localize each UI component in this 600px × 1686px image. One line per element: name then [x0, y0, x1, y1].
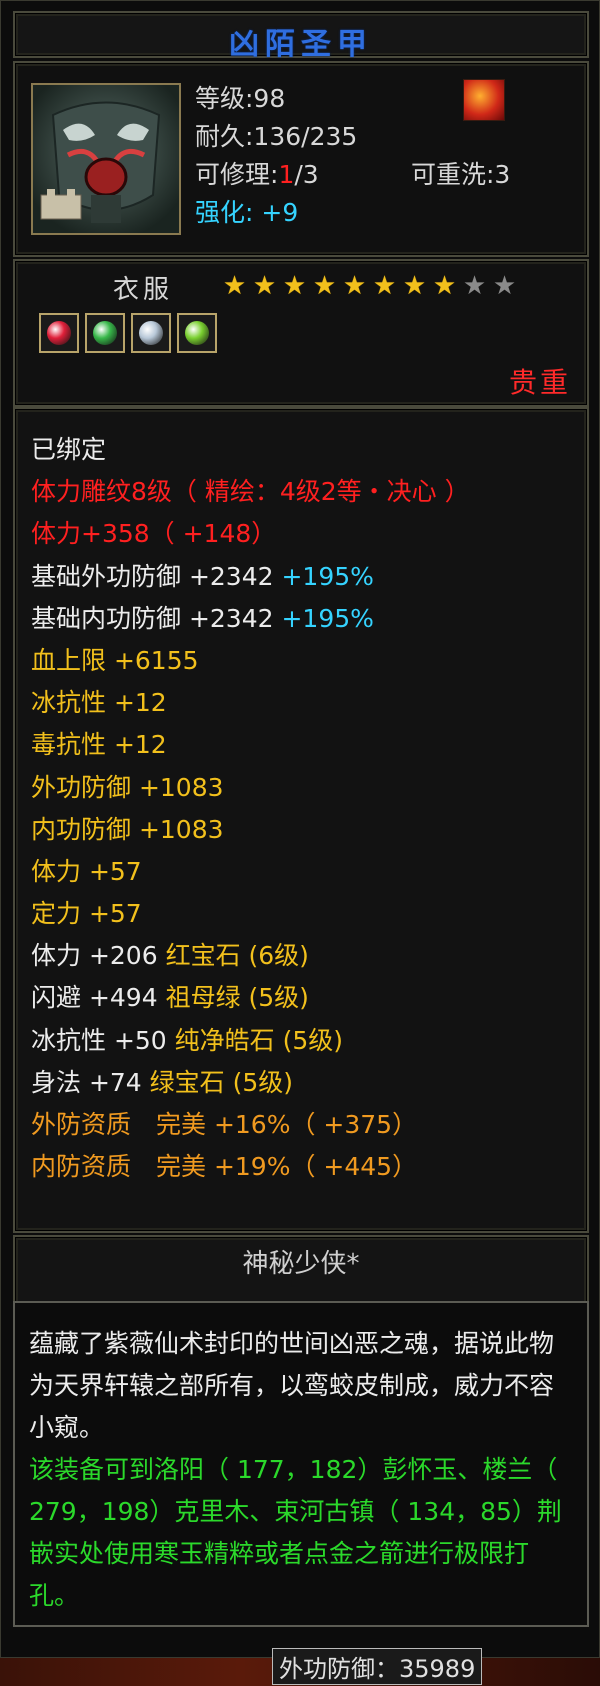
star-filled-icon: ★: [282, 271, 307, 301]
item-lore: 蕴藏了紫薇仙术封印的世间凶恶之魂，据说此物为天界轩辕之部所有，以鸾蛟皮制成，威力…: [29, 1329, 555, 1442]
attribute-line: 体力雕纹8级（ 精绘：4级2等・决心 ）: [31, 477, 470, 507]
item-repair: 可修理:1/3: [195, 160, 319, 189]
item-name: 凶陌圣甲: [229, 27, 373, 62]
phoenix-flame-icon: [463, 79, 505, 121]
attribute-line: 内功防御 +1083: [31, 814, 224, 844]
category-section: 衣服 ★ ★ ★ ★ ★ ★ ★ ★ ★ ★ 贵重: [13, 259, 589, 407]
attribute-line: 体力+358（ +148）: [31, 519, 277, 549]
star-filled-icon: ★: [252, 271, 277, 301]
item-tooltip: 凶陌圣甲 等级:98 耐久:136/235 可修理:1/3 可重洗:3 强化: …: [0, 0, 600, 1658]
star-filled-icon: ★: [342, 271, 367, 301]
item-level: 等级:98: [195, 84, 286, 113]
star-filled-icon: ★: [372, 271, 397, 301]
star-filled-icon: ★: [222, 271, 247, 301]
attribute-line: 基础外功防御 +2342 +195%: [31, 561, 374, 591]
attribute-line: 身法 +74 绿宝石 (5级): [31, 1067, 294, 1097]
attribute-line: 冰抗性 +50 纯净皓石 (5级): [31, 1025, 344, 1055]
pure-stone-gem-icon[interactable]: [131, 313, 171, 353]
star-empty-icon: ★: [462, 271, 487, 301]
attribute-line: 基础内功防御 +2342 +195%: [31, 603, 374, 633]
title-bar: 凶陌圣甲: [13, 11, 589, 62]
star-rating: ★ ★ ★ ★ ★ ★ ★ ★ ★ ★: [220, 273, 519, 299]
attribute-line: 已绑定: [31, 435, 107, 464]
star-filled-icon: ★: [312, 271, 337, 301]
attribute-line: 毒抗性 +12: [31, 730, 167, 760]
socket-hint: 该装备可到洛阳（ 177，182）彭怀玉、楼兰（ 279，198）克里木、束河古…: [29, 1455, 562, 1610]
attribute-line: 外防资质 完美 +16%（ +375）: [31, 1110, 418, 1139]
attribute-line: 闪避 +494 祖母绿 (5级): [31, 983, 309, 1013]
attribute-line: 内防资质 完美 +19%（ +445）: [31, 1152, 418, 1182]
attribute-line: 外功防御 +1083: [31, 772, 224, 802]
attribute-line: 体力 +57: [31, 856, 142, 886]
star-filled-icon: ★: [432, 271, 457, 301]
emerald-gem-icon[interactable]: [85, 313, 125, 353]
item-rewash: 可重洗:3: [411, 160, 511, 189]
armor-portrait-icon[interactable]: [31, 83, 181, 235]
rarity-tag: 贵重: [508, 366, 571, 399]
owner-name: 神秘少侠*: [242, 1249, 360, 1279]
star-filled-icon: ★: [402, 271, 427, 301]
background-strip: 外功防御：35989: [0, 1648, 600, 1686]
attribute-line: 冰抗性 +12: [31, 688, 167, 718]
item-enhance: 强化: +9: [195, 198, 299, 227]
item-durability: 耐久:136/235: [195, 122, 358, 151]
description-panel: 蕴藏了紫薇仙术封印的世间凶恶之魂，据说此物为天界轩辕之部所有，以鸾蛟皮制成，威力…: [13, 1301, 589, 1627]
attribute-list: 已绑定体力雕纹8级（ 精绘：4级2等・决心 ） 体力+358（ +148） 基础外功…: [13, 407, 589, 1233]
attribute-line: 体力 +206 红宝石 (6级): [31, 941, 309, 971]
attribute-line: 血上限 +6155: [31, 645, 199, 675]
defense-readout: 外功防御：35989: [272, 1648, 483, 1685]
green-sapphire-gem-icon[interactable]: [177, 313, 217, 353]
attribute-line: 定力 +57: [31, 899, 142, 929]
item-category: 衣服: [113, 275, 174, 305]
gem-slots: [39, 313, 217, 353]
star-empty-icon: ★: [492, 271, 517, 301]
ruby-gem-icon[interactable]: [39, 313, 79, 353]
item-header: 等级:98 耐久:136/235 可修理:1/3 可重洗:3 强化: +9: [13, 61, 589, 257]
